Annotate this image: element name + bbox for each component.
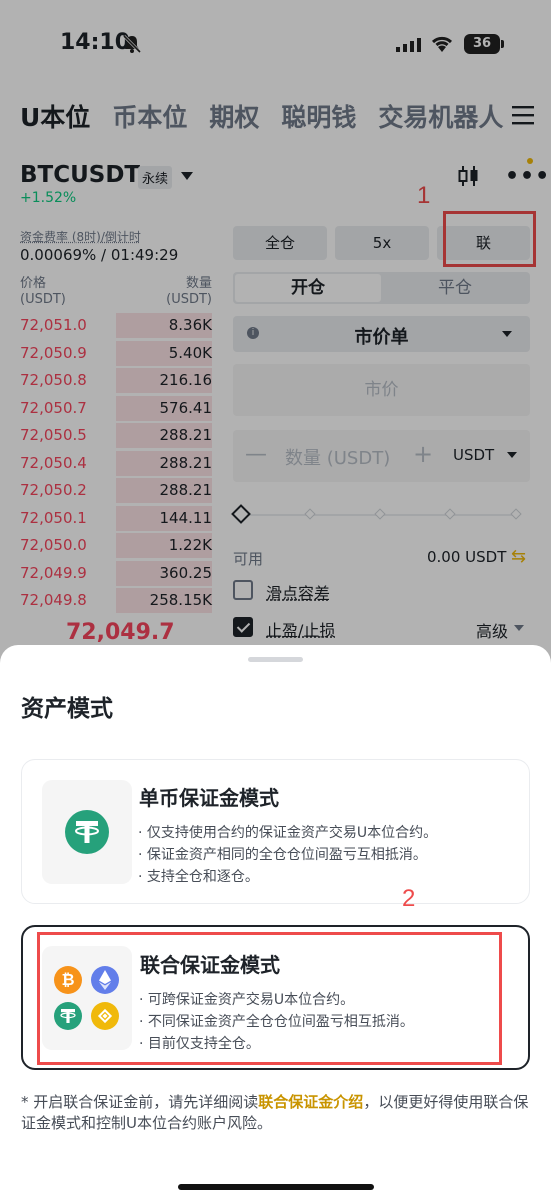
single-asset-icon-tile bbox=[42, 780, 132, 884]
single-asset-mode-card[interactable]: 单币保证金模式 · 仅支持使用合约的保证金资产交易U本位合约。 · 保证金资产相… bbox=[21, 759, 530, 904]
single-asset-mode-title: 单币保证金模式 bbox=[139, 786, 279, 810]
annotation-marker-2: 2 bbox=[402, 885, 416, 912]
tether-icon bbox=[65, 810, 109, 854]
footnote: * 开启联合保证金前，请先详细阅读联合保证金介绍，以便更好得使用联合保证金模式和… bbox=[21, 1092, 531, 1134]
highlight-box-multi-asset bbox=[37, 932, 502, 1065]
asset-mode-sheet: 资产模式 单币保证金模式 · 仅支持使用合约的保证金资产交易U本位合约。 · 保… bbox=[0, 645, 551, 1200]
single-asset-desc-2: · 保证金资产相同的全仓仓位间盈亏互相抵消。 bbox=[138, 847, 427, 863]
multi-asset-intro-link[interactable]: 联合保证金介绍 bbox=[258, 1093, 363, 1111]
single-asset-desc-1: · 仅支持使用合约的保证金资产交易U本位合约。 bbox=[138, 825, 438, 841]
footnote-text-before: 开启联合保证金前，请先详细阅读 bbox=[33, 1093, 259, 1111]
footnote-asterisk: * bbox=[21, 1093, 34, 1111]
home-indicator bbox=[178, 1184, 374, 1190]
sheet-title: 资产模式 bbox=[21, 696, 113, 722]
sheet-grabber[interactable] bbox=[248, 657, 303, 662]
single-asset-desc-3: · 支持全仓和逐仓。 bbox=[138, 869, 259, 885]
